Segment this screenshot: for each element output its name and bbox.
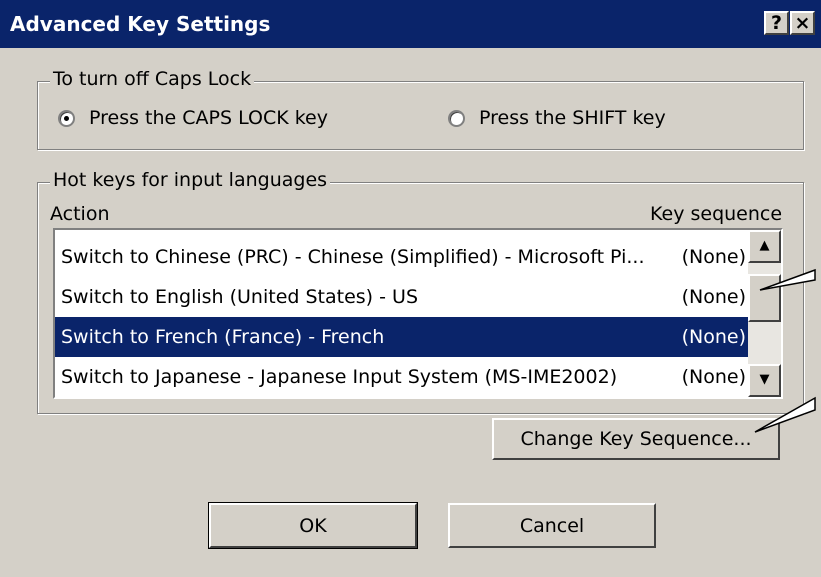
- callout-pointer-scroll: [759, 268, 816, 291]
- callout-pointer-button: [754, 396, 816, 433]
- callout-lines: [754, 268, 816, 433]
- advanced-key-settings-dialog: Advanced Key Settings ? × To turn off Ca…: [0, 0, 821, 577]
